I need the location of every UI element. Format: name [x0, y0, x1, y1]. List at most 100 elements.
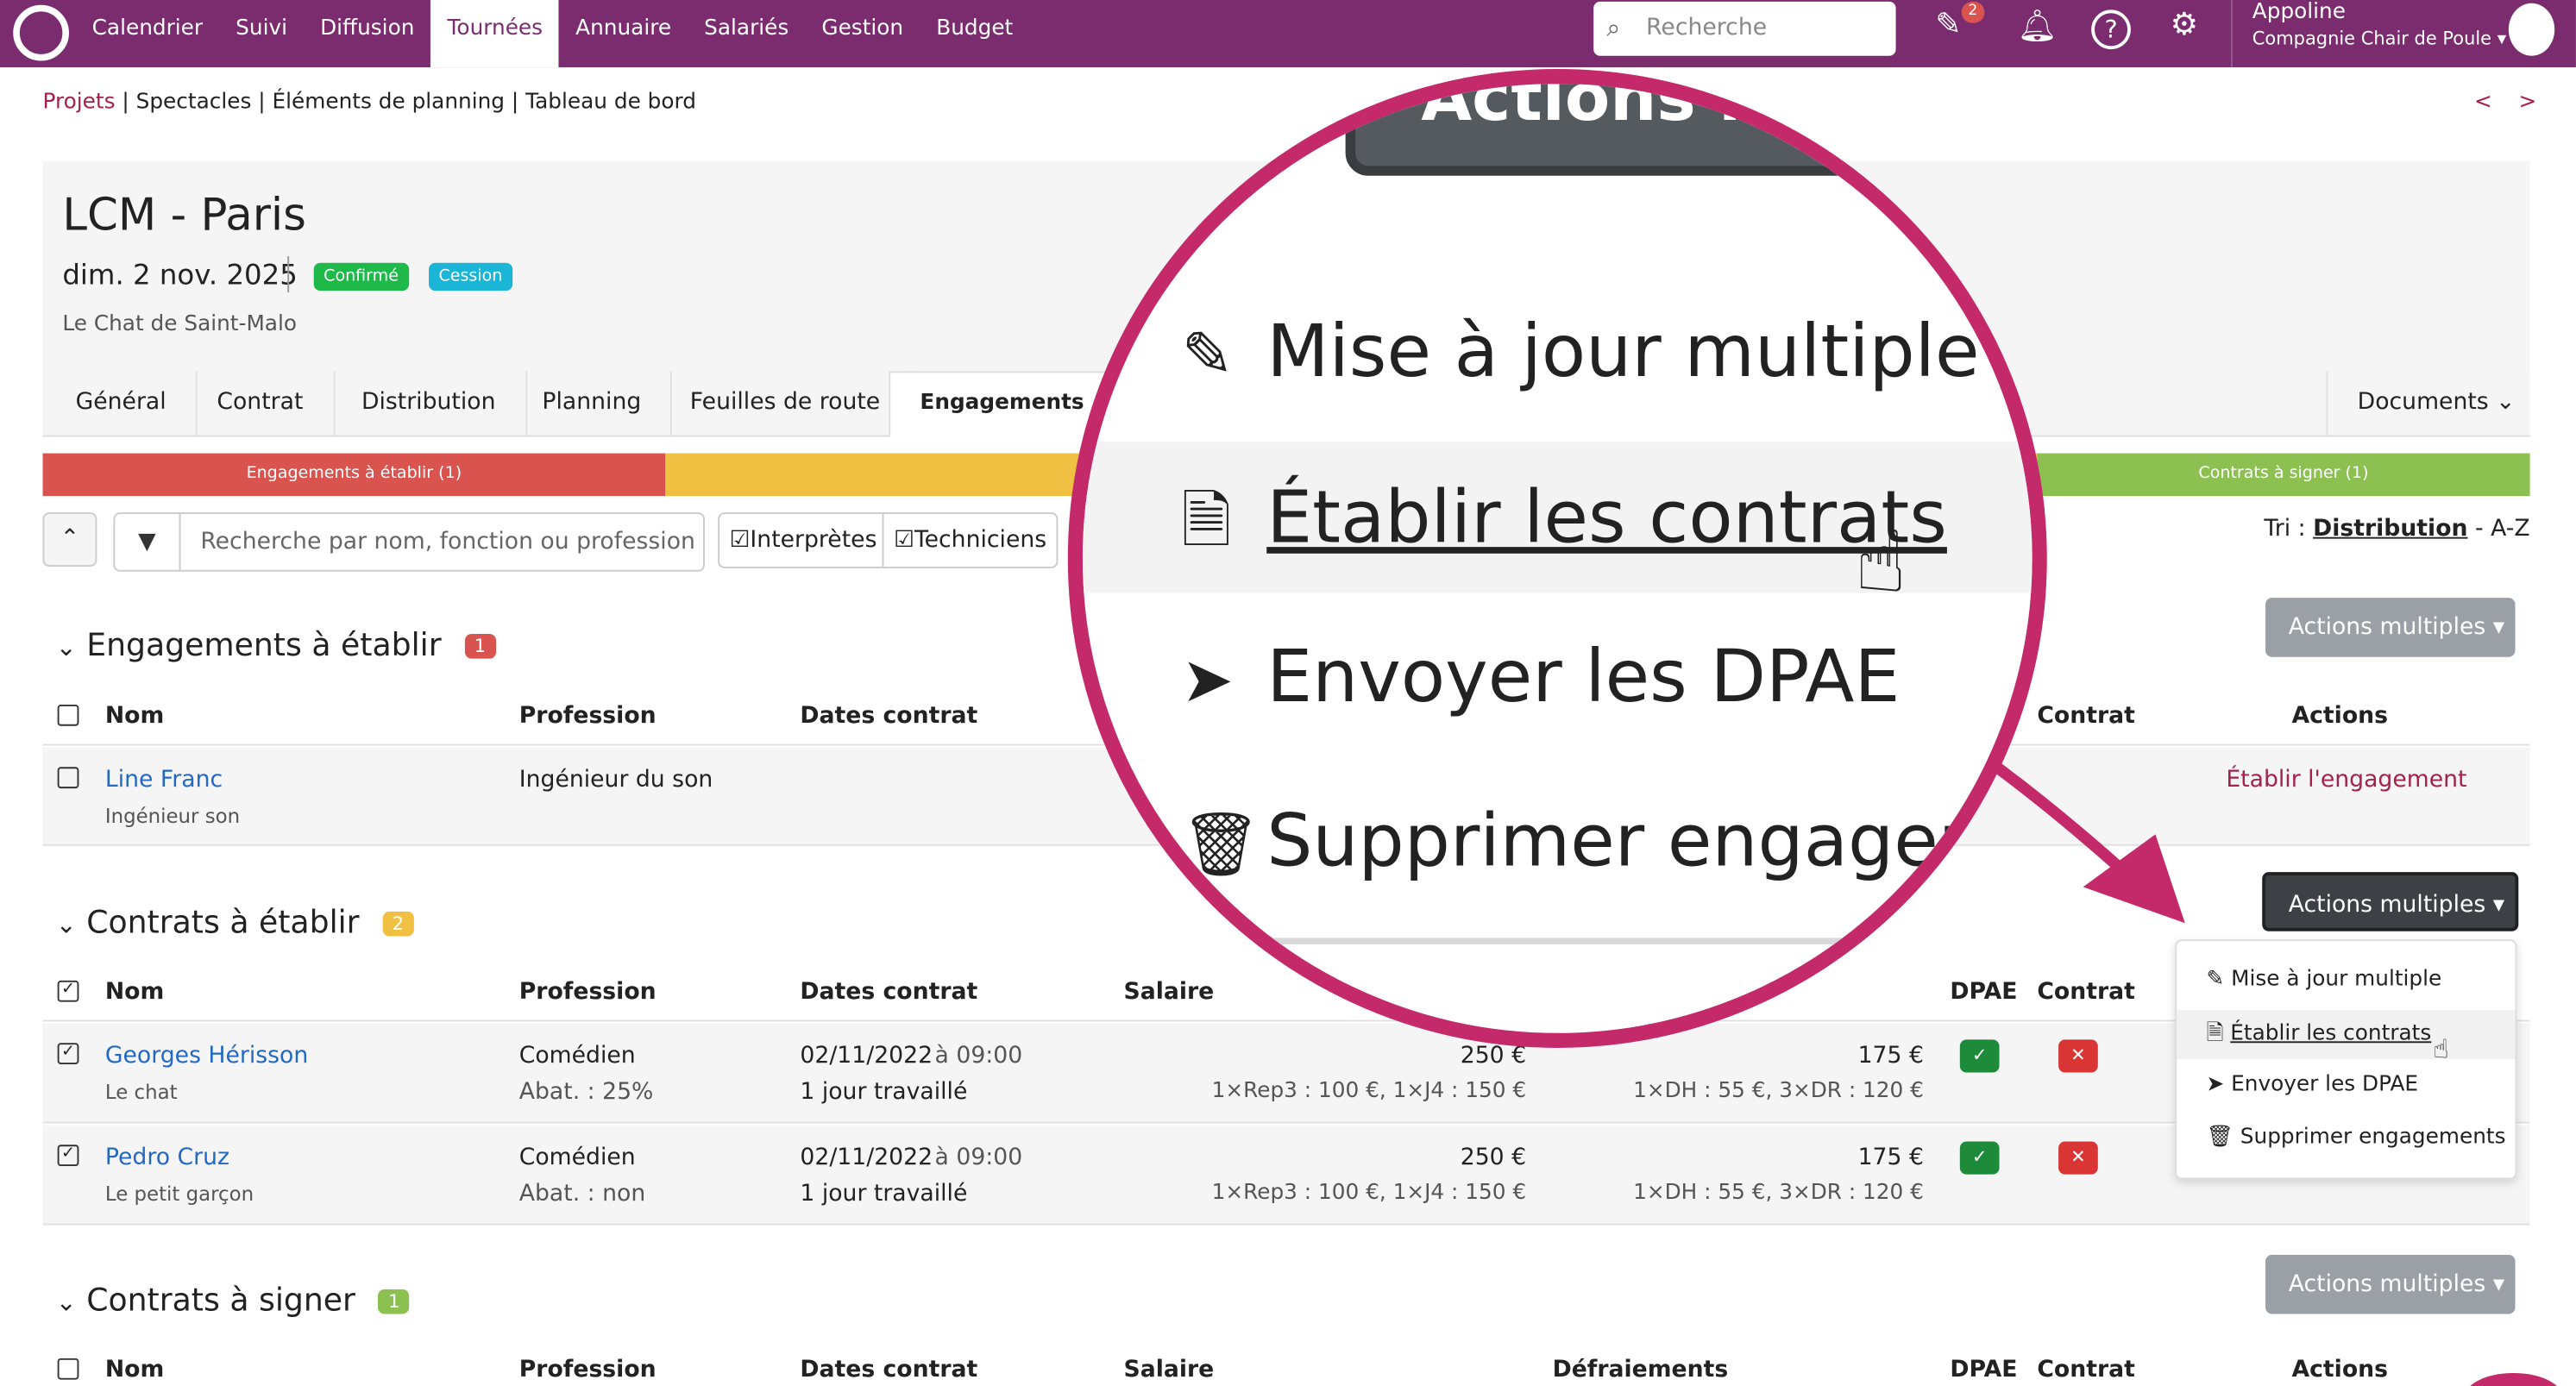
col-actions: Actions [2291, 703, 2388, 730]
tab-planning[interactable]: Planning [512, 371, 673, 437]
tab-feuilles-de-route[interactable]: Feuilles de route [661, 371, 912, 437]
breadcrumb: Projets | Spectacles | Éléments de plann… [43, 91, 696, 116]
select-all-checkbox[interactable] [57, 1358, 79, 1380]
etablir-engagement-link[interactable]: Établir l'engagement [2226, 767, 2466, 793]
app-screen: Calendrier Suivi Diffusion Tournées Annu… [0, 0, 2576, 1386]
actions-multiples-button[interactable]: Actions multiples ▾ [2265, 598, 2516, 657]
hand-cursor-icon: ☝ [1854, 514, 1907, 613]
profession: Comédien [518, 1043, 636, 1069]
select-all-checkbox[interactable]: ✓ [57, 980, 79, 1002]
documents-dropdown[interactable]: Documents ⌄ [2326, 371, 2544, 437]
notes-icon[interactable]: ✎ [1935, 7, 1961, 43]
col-profession[interactable]: Profession [519, 1357, 657, 1383]
sort-control[interactable]: Tri : Distribution - A-Z [2264, 516, 2529, 542]
avatar[interactable] [2508, 3, 2555, 56]
contract-date: 02/11/2022 [800, 1043, 933, 1069]
contract-cross-icon[interactable]: ✕ [2058, 1039, 2098, 1073]
breadcrumb-elements[interactable]: Éléments de planning [272, 91, 505, 116]
select-all-checkbox[interactable] [57, 704, 79, 726]
count-badge: 1 [378, 1289, 410, 1314]
collapse-all-button[interactable]: ⌃ [42, 512, 97, 567]
contract-cross-icon[interactable]: ✕ [2058, 1141, 2098, 1175]
menu-diffusion[interactable]: Diffusion [304, 0, 430, 67]
magnified-label: Mise à jour multiple [1266, 310, 1980, 395]
col-nom[interactable]: Nom [105, 703, 164, 729]
tab-contrat[interactable]: Contrat [187, 371, 335, 437]
gear-icon[interactable]: ⚙ [2171, 7, 2198, 43]
person-role: Le petit garçon [104, 1182, 254, 1206]
table-row: ✓ Georges Hérisson Le chat Comédien Abat… [42, 1023, 2530, 1124]
pencil-icon: ✎ [1181, 318, 1234, 392]
col-defraiements[interactable]: Défraiements [1553, 1357, 1729, 1383]
person-link[interactable]: Pedro Cruz [105, 1145, 229, 1170]
col-salaire[interactable]: Salaire [1124, 1357, 1215, 1383]
chevron-down-icon: ▾ [2497, 28, 2507, 50]
user-name: Appoline [2252, 0, 2346, 25]
breadcrumb-dashboard[interactable]: Tableau de bord [525, 91, 696, 116]
tab-distribution[interactable]: Distribution [332, 371, 527, 437]
filter-icon: ▼ [115, 514, 181, 570]
section-contrats-signer-header[interactable]: ⌄ Contrats à signer 1 [56, 1283, 410, 1319]
document-icon: 🗎 [2206, 1021, 2224, 1047]
row-checkbox[interactable] [57, 767, 79, 789]
bell-icon[interactable]: 🔔︎ [2017, 7, 2057, 45]
col-nom[interactable]: Nom [105, 979, 164, 1005]
row-checkbox[interactable]: ✓ [57, 1145, 79, 1167]
actions-label: Actions multiples [2288, 614, 2486, 641]
search-input[interactable]: ⌕ Recherche [1593, 1, 1896, 56]
col-contrat: Contrat [2037, 978, 2135, 1006]
person-link[interactable]: Line Franc [105, 767, 223, 793]
interpretes-toggle[interactable]: ☑Interprètes [718, 512, 889, 568]
actions-multiples-button[interactable]: Actions multiples ▾ [2265, 1254, 2516, 1314]
pencil-icon: ✎ [2206, 967, 2225, 993]
breadcrumb-spectacles[interactable]: Spectacles [136, 91, 252, 116]
magnifier-callout: Actions mu ✎ Mise à jour multiple 🗎 Établi… [1067, 68, 2047, 1048]
actions-label: Actions multiples [2288, 892, 2486, 919]
col-nom[interactable]: Nom [105, 1357, 164, 1383]
salary-detail: 1×Rep3 : 100 €, 1×J4 : 150 € [1211, 1079, 1527, 1104]
sort-value[interactable]: Distribution [2313, 516, 2467, 542]
breadcrumb-sep: | [115, 90, 136, 116]
dpae-check-icon[interactable]: ✓ [1959, 1039, 2000, 1073]
col-dates[interactable]: Dates contrat [800, 703, 977, 729]
col-dates[interactable]: Dates contrat [800, 979, 977, 1005]
menu-annuaire[interactable]: Annuaire [559, 0, 688, 67]
col-profession[interactable]: Profession [519, 703, 657, 729]
tab-engagements[interactable]: Engagements [889, 371, 1115, 437]
menu-item-supprimer[interactable]: 🗑 Supprimer engagements [2206, 1125, 2505, 1150]
table-header: Nom Profession Dates contrat Salaire Déf… [43, 1344, 2530, 1386]
menu-salaries[interactable]: Salariés [688, 0, 805, 67]
search-filter[interactable]: ▼ Recherche par nom, fonction ou profess… [113, 512, 705, 572]
dpae-check-icon[interactable]: ✓ [1959, 1141, 2000, 1175]
menu-item-label: Mise à jour multiple [2231, 967, 2442, 993]
techniciens-toggle[interactable]: ☑Techniciens [882, 512, 1059, 568]
section-engagements-header[interactable]: ⌄ Engagements à établir 1 [56, 627, 496, 663]
person-link[interactable]: Georges Hérisson [105, 1043, 308, 1069]
prev-next-pager[interactable]: < > [2474, 91, 2547, 116]
breadcrumb-projets[interactable]: Projets [43, 91, 116, 116]
user-menu[interactable]: Appoline Compagnie Chair de Poule ▾ [2231, 0, 2507, 68]
expenses-detail: 1×DH : 55 €, 3×DR : 120 € [1633, 1079, 1924, 1104]
menu-item-mise-a-jour[interactable]: ✎ Mise à jour multiple [2206, 968, 2441, 993]
menu-gestion[interactable]: Gestion [805, 0, 920, 67]
menu-budget[interactable]: Budget [920, 0, 1029, 67]
col-profession[interactable]: Profession [519, 979, 657, 1005]
row-checkbox[interactable]: ✓ [57, 1043, 79, 1064]
tab-general[interactable]: Général [46, 371, 198, 437]
app-logo[interactable] [13, 4, 69, 61]
section-contrats-etablir-header[interactable]: ⌄ Contrats à établir 2 [56, 905, 414, 941]
col-dates[interactable]: Dates contrat [800, 1357, 977, 1383]
menu-calendrier[interactable]: Calendrier [76, 0, 220, 67]
breadcrumb-sep: | [505, 90, 526, 116]
paper-plane-icon: ➤ [2206, 1072, 2225, 1098]
actions-multiples-button[interactable]: Actions multiples ▾ [2262, 872, 2519, 931]
magnified-item-etablir: 🗎 Établir les contrats [1181, 474, 1947, 581]
menu-item-etablir-contrats[interactable]: 🗎 Établir les contrats [2177, 1010, 2516, 1060]
menu-suivi[interactable]: Suivi [219, 0, 304, 67]
menu-item-envoyer-dpae[interactable]: ➤ Envoyer les DPAE [2206, 1073, 2418, 1098]
col-salaire[interactable]: Salaire [1124, 979, 1215, 1005]
help-icon[interactable]: ? [2091, 9, 2131, 50]
menu-tournees[interactable]: Tournées [430, 0, 560, 68]
progress-engagements: Engagements à établir (1) [42, 453, 666, 497]
notification-badge: 2 [1961, 1, 1984, 23]
